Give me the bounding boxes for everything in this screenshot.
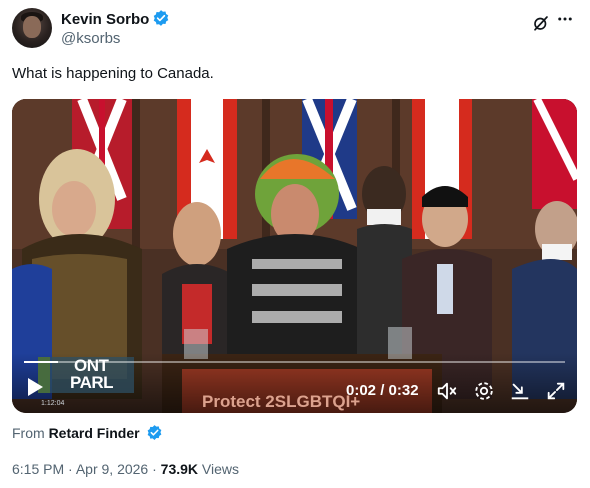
fullscreen-icon[interactable]: [545, 380, 567, 407]
video-player[interactable]: ONT PARL 1:12:04 Protect 2SLGBTQI+ 0:02 …: [12, 99, 577, 413]
channel-label-line2: PARL: [70, 373, 114, 392]
meta-separator: ·: [68, 461, 73, 477]
minimize-icon[interactable]: [509, 380, 531, 407]
more-horizontal-icon[interactable]: [556, 10, 574, 33]
settings-icon[interactable]: [473, 380, 495, 407]
source-from-label: From: [12, 425, 45, 441]
tweet-meta: 6:15 PM · Apr 9, 2026 · 73.9K Views: [12, 461, 239, 477]
tweet-time[interactable]: 6:15 PM: [12, 461, 64, 477]
author-name[interactable]: Kevin Sorbo: [61, 9, 170, 31]
views-count: 73.9K: [160, 461, 199, 477]
mute-icon[interactable]: [436, 380, 458, 407]
podium-sign: Protect 2SLGBTQI+: [202, 392, 361, 411]
play-icon[interactable]: [26, 377, 44, 402]
channel-label-line1: ONT: [74, 356, 109, 375]
tweet-date[interactable]: Apr 9, 2026: [76, 461, 148, 477]
broadcast-timestamp: 1:12:04: [41, 400, 65, 407]
grok-icon[interactable]: [532, 14, 550, 37]
author-handle[interactable]: @ksorbs: [61, 30, 120, 47]
author-name-text: Kevin Sorbo: [61, 11, 150, 28]
author-avatar[interactable]: [12, 8, 52, 48]
tweet-text: What is happening to Canada.: [12, 65, 214, 82]
meta-separator: ·: [152, 461, 157, 477]
views-label: Views: [201, 461, 240, 477]
video-timecode: 0:02 / 0:32: [346, 382, 419, 399]
verified-badge-icon: [152, 9, 170, 31]
source-account-link[interactable]: Retard Finder: [49, 425, 140, 441]
source-verified-badge-icon: [146, 424, 163, 444]
source-attribution: From Retard Finder: [12, 424, 163, 444]
progress-bar[interactable]: [24, 361, 565, 363]
progress-fill: [24, 361, 58, 363]
